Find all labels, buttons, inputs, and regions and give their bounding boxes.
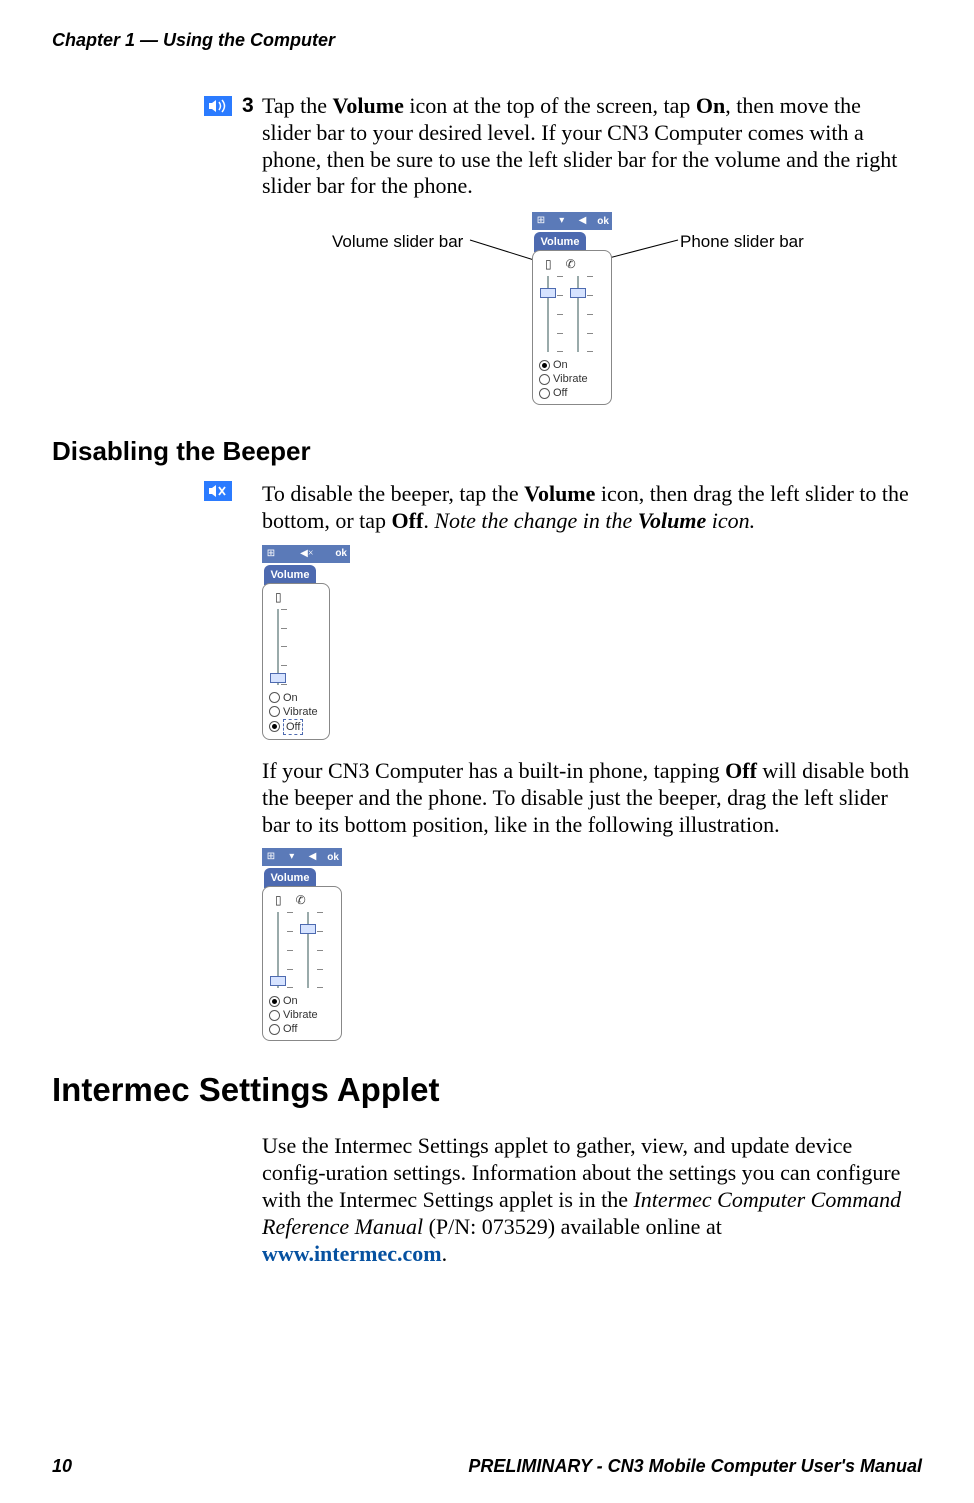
radio-off-label: Off	[553, 386, 567, 400]
t: icon at the top of the screen, tap	[404, 93, 696, 118]
t-bold: Off	[725, 758, 757, 783]
title-bar: ⊞ ◀× ok	[262, 545, 350, 563]
t-bold: Off	[392, 508, 424, 533]
volume-mode-radios[interactable]: On Vibrate Off	[269, 691, 323, 735]
radio-vibrate[interactable]	[269, 706, 280, 717]
volume-tab: Volume	[264, 565, 316, 585]
t-bold: On	[696, 93, 725, 118]
volume-slider[interactable]	[273, 609, 283, 685]
step3-paragraph: Tap the Volume icon at the top of the sc…	[262, 93, 912, 200]
radio-on-label: On	[283, 994, 298, 1008]
phone-slider-label: Phone slider bar	[680, 232, 804, 252]
radio-on-label: On	[283, 691, 298, 705]
t-italic: Note the change in the	[434, 508, 637, 533]
signal-icon: ▾	[286, 851, 298, 863]
disable-paragraph-1: To disable the beeper, tap the Volume ic…	[262, 481, 912, 535]
device-icon: ▯	[545, 257, 552, 272]
volume-sliders-diagram: Volume slider bar Phone slider bar ⊞ ▾ ◀…	[262, 212, 912, 412]
t-bold: Volume	[333, 93, 404, 118]
disable-paragraph-2: If your CN3 Computer has a built-in phon…	[262, 758, 912, 838]
applet-paragraph: Use the Intermec Settings applet to gath…	[262, 1133, 912, 1267]
t-italic: icon.	[706, 508, 755, 533]
radio-on-label: On	[553, 358, 568, 372]
t: .	[442, 1241, 448, 1266]
speaker-muted-icon	[204, 481, 232, 501]
volume-off-screenshot: ⊞ ◀× ok Volume ▯	[262, 545, 912, 740]
start-icon: ⊞	[265, 851, 277, 863]
volume-slider[interactable]	[273, 912, 283, 988]
phone-slider[interactable]	[303, 912, 313, 988]
radio-vibrate-label: Vibrate	[283, 705, 318, 719]
sound-muted-icon: ◀×	[300, 548, 312, 560]
volume-panel: ▯ On Vibrate Off	[262, 583, 330, 740]
volume-mode-radios[interactable]: On Vibrate Off	[269, 994, 335, 1036]
heading-intermec-settings: Intermec Settings Applet	[52, 1071, 922, 1109]
ok-button[interactable]: ok	[335, 548, 347, 559]
start-icon: ⊞	[535, 215, 547, 227]
radio-vibrate[interactable]	[539, 374, 550, 385]
volume-popup-screenshot: ⊞ ▾ ◀ ok Volume ▯ ✆	[532, 212, 612, 405]
radio-vibrate-label: Vibrate	[283, 1008, 318, 1022]
volume-slider-bottom-screenshot: ⊞ ▾ ◀ ok Volume ▯ ✆	[262, 848, 912, 1041]
radio-on[interactable]	[269, 996, 280, 1007]
radio-off-label: Off	[283, 719, 303, 735]
footer-title: PRELIMINARY - CN3 Mobile Computer User's…	[468, 1456, 922, 1477]
phone-slider[interactable]	[573, 276, 583, 352]
radio-off[interactable]	[269, 1024, 280, 1035]
phone-ring-icon: ✆	[566, 257, 576, 272]
sound-icon: ◀	[307, 851, 319, 863]
radio-vibrate[interactable]	[269, 1010, 280, 1021]
sound-icon: ◀	[577, 215, 589, 227]
ok-button[interactable]: ok	[597, 216, 609, 227]
intermec-link[interactable]: www.intermec.com	[262, 1241, 442, 1266]
t: To disable the beeper, tap the	[262, 481, 524, 506]
volume-tab: Volume	[264, 868, 316, 888]
chapter-header: Chapter 1 — Using the Computer	[52, 30, 922, 51]
radio-on[interactable]	[269, 692, 280, 703]
device-icon: ▯	[275, 590, 282, 605]
t: Tap the	[262, 93, 333, 118]
t: If your CN3 Computer has a built-in phon…	[262, 758, 725, 783]
t-bold-italic: Volume	[638, 508, 706, 533]
start-icon: ⊞	[265, 548, 277, 560]
radio-off[interactable]	[539, 388, 550, 399]
phone-ring-icon: ✆	[296, 893, 306, 908]
volume-panel: ▯ ✆	[262, 886, 342, 1041]
heading-disabling-beeper: Disabling the Beeper	[52, 436, 922, 467]
volume-tab: Volume	[534, 232, 586, 252]
volume-slider-label: Volume slider bar	[332, 232, 463, 252]
title-bar: ⊞ ▾ ◀ ok	[532, 212, 612, 230]
radio-on[interactable]	[539, 360, 550, 371]
ok-button[interactable]: ok	[327, 852, 339, 863]
step-number: 3	[242, 94, 254, 118]
signal-icon: ▾	[556, 215, 568, 227]
volume-mode-radios[interactable]: On Vibrate Off	[539, 358, 605, 400]
volume-panel: ▯ ✆	[532, 250, 612, 405]
radio-off-label: Off	[283, 1022, 297, 1036]
device-icon: ▯	[275, 893, 282, 908]
volume-slider[interactable]	[543, 276, 553, 352]
radio-vibrate-label: Vibrate	[553, 372, 588, 386]
t: .	[423, 508, 434, 533]
t: (P/N: 073529) available online at	[423, 1214, 722, 1239]
radio-off[interactable]	[269, 721, 280, 732]
t-bold: Volume	[524, 481, 595, 506]
page-number: 10	[52, 1456, 72, 1477]
title-bar: ⊞ ▾ ◀ ok	[262, 848, 342, 866]
speaker-on-icon	[204, 96, 232, 116]
